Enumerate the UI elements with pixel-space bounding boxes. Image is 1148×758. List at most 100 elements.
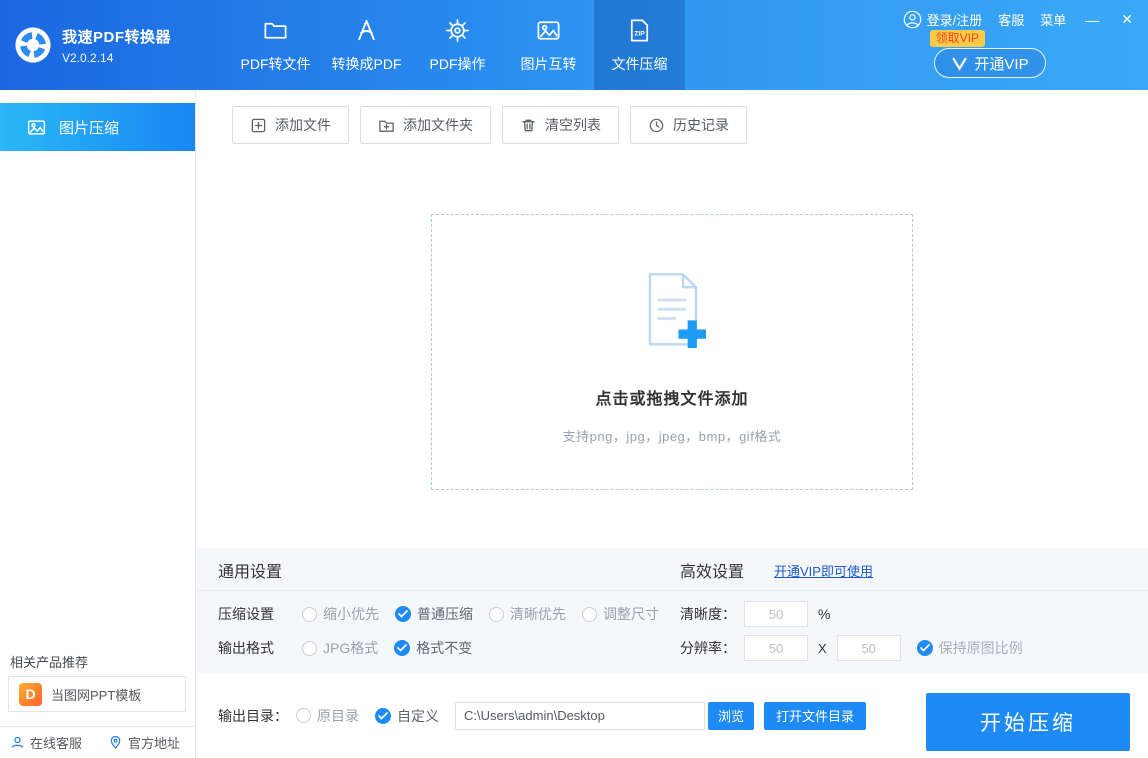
sidebar-item-label: 图片压缩 bbox=[59, 119, 120, 137]
open-vip-label: 开通VIP bbox=[974, 55, 1029, 73]
radio-circle-icon bbox=[302, 606, 317, 622]
vip-claim-badge[interactable]: 领取VIP bbox=[929, 30, 985, 47]
sidebar-item-image-compress[interactable]: 图片压缩 bbox=[0, 103, 195, 151]
official-site-label: 官方地址 bbox=[128, 736, 181, 751]
radio-custom-dir[interactable]: 自定义 bbox=[375, 706, 439, 726]
recommend-product-label: 当图网PPT模板 bbox=[51, 687, 142, 703]
nav-tab-label: 文件压缩 bbox=[611, 56, 668, 72]
app-title: 我速PDF转换器 bbox=[62, 28, 172, 46]
dropzone-title: 点击或拖拽文件添加 bbox=[595, 391, 749, 408]
close-button[interactable]: ✕ bbox=[1118, 11, 1136, 28]
user-icon bbox=[903, 10, 922, 29]
app-window: 我速PDF转换器 V2.0.2.14 PDF转文件 转换成PDF PDF操作 图… bbox=[0, 0, 1148, 758]
app-logo-icon bbox=[14, 26, 52, 64]
radio-shrink-priority[interactable]: 缩小优先 bbox=[302, 604, 379, 624]
svg-text:ZIP: ZIP bbox=[634, 30, 645, 37]
radio-resize[interactable]: 调整尺寸 bbox=[582, 604, 659, 624]
radio-circle-icon bbox=[302, 640, 317, 656]
nav-tab-pdf-ops[interactable]: PDF操作 bbox=[412, 0, 503, 90]
radio-jpg-format[interactable]: JPG格式 bbox=[302, 638, 378, 658]
output-bar: 输出目录： 原目录 自定义 浏览 打开文件目录 开始压缩 bbox=[196, 673, 1148, 758]
nav-tab-image-convert[interactable]: 图片互转 bbox=[503, 0, 594, 90]
radio-circle-icon bbox=[582, 606, 597, 622]
output-format-group: 输出格式 JPG格式 格式不变 bbox=[218, 638, 680, 658]
checkbox-check-icon bbox=[916, 640, 933, 656]
image-compress-icon bbox=[26, 117, 47, 138]
history-label: 历史记录 bbox=[673, 117, 729, 133]
add-document-icon bbox=[626, 267, 718, 359]
settings-panel: 通用设置 高效设置 开通VIP即可使用 压缩设置 缩小优先 普通压缩 清晰优先 … bbox=[196, 548, 1148, 673]
radio-clarity-priority[interactable]: 清晰优先 bbox=[489, 604, 566, 624]
nav-tab-label: PDF操作 bbox=[429, 56, 486, 72]
clear-list-label: 清空列表 bbox=[545, 117, 601, 133]
radio-circle-icon bbox=[489, 606, 504, 622]
header: 我速PDF转换器 V2.0.2.14 PDF转文件 转换成PDF PDF操作 图… bbox=[0, 0, 1148, 90]
header-utility-row: 登录/注册 客服 菜单 — ✕ bbox=[903, 10, 1136, 29]
file-dropzone[interactable]: 点击或拖拽文件添加 支持png，jpg，jpeg，bmp，gif格式 bbox=[431, 214, 913, 490]
output-path-input[interactable] bbox=[455, 701, 705, 730]
history-button[interactable]: 历史记录 bbox=[630, 106, 747, 144]
open-vip-button[interactable]: 开通VIP bbox=[934, 48, 1046, 78]
body: 图片压缩 相关产品推荐 D 当图网PPT模板 在线客服 官方地址 添加文件 添加… bbox=[0, 90, 1148, 758]
clarity-label: 清晰度： bbox=[680, 606, 736, 622]
recommend-product-link[interactable]: D 当图网PPT模板 bbox=[8, 676, 186, 712]
add-folder-button[interactable]: 添加文件夹 bbox=[360, 106, 491, 144]
nav-tab-file-compress[interactable]: ZIP 文件压缩 bbox=[594, 0, 685, 90]
general-settings-title: 通用设置 bbox=[218, 564, 283, 581]
add-file-button[interactable]: 添加文件 bbox=[232, 106, 349, 144]
nav-tab-label: 转换成PDF bbox=[331, 56, 402, 72]
settings-titles-row: 通用设置 高效设置 开通VIP即可使用 bbox=[196, 556, 1148, 591]
main-content: 添加文件 添加文件夹 清空列表 历史记录 点击或拖拽文件添加 支持png，jpg… bbox=[196, 90, 1148, 758]
resolution-height-input[interactable] bbox=[836, 635, 901, 661]
radio-check-icon bbox=[395, 606, 411, 622]
trash-icon bbox=[520, 117, 537, 134]
dangtu-logo-icon: D bbox=[19, 682, 42, 706]
output-dir-label: 输出目录： bbox=[218, 707, 288, 724]
brand-text: 我速PDF转换器 V2.0.2.14 bbox=[62, 26, 171, 65]
dropzone-subtitle: 支持png，jpg，jpeg，bmp，gif格式 bbox=[562, 429, 782, 444]
output-format-label: 输出格式 bbox=[218, 640, 274, 656]
login-register-link[interactable]: 登录/注册 bbox=[903, 10, 982, 29]
radio-keep-format[interactable]: 格式不变 bbox=[394, 638, 472, 658]
compression-settings-label: 压缩设置 bbox=[218, 606, 274, 622]
radio-circle-icon bbox=[296, 708, 311, 723]
clarity-input[interactable] bbox=[744, 601, 808, 627]
minimize-button[interactable]: — bbox=[1082, 12, 1102, 28]
radio-normal-compress[interactable]: 普通压缩 bbox=[395, 604, 473, 624]
zip-icon: ZIP bbox=[626, 17, 653, 44]
menu-link[interactable]: 菜单 bbox=[1040, 10, 1066, 29]
resolution-label: 分辨率： bbox=[680, 640, 736, 656]
checkbox-keep-ratio[interactable]: 保持原图比例 bbox=[916, 638, 1023, 658]
browse-button[interactable]: 浏览 bbox=[708, 701, 754, 730]
advanced-settings-title: 高效设置 bbox=[680, 564, 745, 581]
resolution-width-input[interactable] bbox=[744, 635, 808, 661]
radio-original-dir[interactable]: 原目录 bbox=[296, 706, 359, 726]
add-file-icon bbox=[250, 117, 267, 134]
settings-row-1: 压缩设置 缩小优先 普通压缩 清晰优先 调整尺寸 清晰度： 50 % bbox=[218, 597, 1148, 631]
service-person-icon bbox=[10, 735, 25, 750]
customer-service-link[interactable]: 客服 bbox=[998, 10, 1024, 29]
brand: 我速PDF转换器 V2.0.2.14 bbox=[0, 0, 196, 90]
online-service-label: 在线客服 bbox=[30, 736, 83, 751]
app-version: V2.0.2.14 bbox=[62, 50, 114, 65]
pdf-icon bbox=[353, 17, 380, 44]
compression-options: 缩小优先 普通压缩 清晰优先 调整尺寸 bbox=[302, 604, 659, 624]
resolution-separator: X bbox=[818, 640, 827, 656]
open-dir-button[interactable]: 打开文件目录 bbox=[764, 701, 867, 730]
clock-icon bbox=[648, 117, 665, 134]
nav-tab-pdf-to-file[interactable]: PDF转文件 bbox=[230, 0, 321, 90]
sidebar-footer: 在线客服 官方地址 bbox=[0, 726, 195, 758]
vip-required-link[interactable]: 开通VIP即可使用 bbox=[774, 561, 873, 580]
vip-icon bbox=[951, 55, 968, 72]
settings-row-2: 输出格式 JPG格式 格式不变 分辨率： 50 X 50 保持原图比例 bbox=[218, 631, 1148, 665]
online-service-link[interactable]: 在线客服 bbox=[10, 733, 82, 752]
official-site-link[interactable]: 官方地址 bbox=[108, 733, 180, 752]
add-file-label: 添加文件 bbox=[275, 117, 331, 133]
clear-list-button[interactable]: 清空列表 bbox=[502, 106, 619, 144]
image-icon bbox=[535, 17, 562, 44]
start-compress-button[interactable]: 开始压缩 bbox=[926, 693, 1130, 751]
toolbar: 添加文件 添加文件夹 清空列表 历史记录 bbox=[196, 90, 1148, 144]
output-format-options: JPG格式 格式不变 bbox=[302, 638, 472, 658]
nav-tab-to-pdf[interactable]: 转换成PDF bbox=[321, 0, 412, 90]
gear-icon bbox=[444, 17, 471, 44]
